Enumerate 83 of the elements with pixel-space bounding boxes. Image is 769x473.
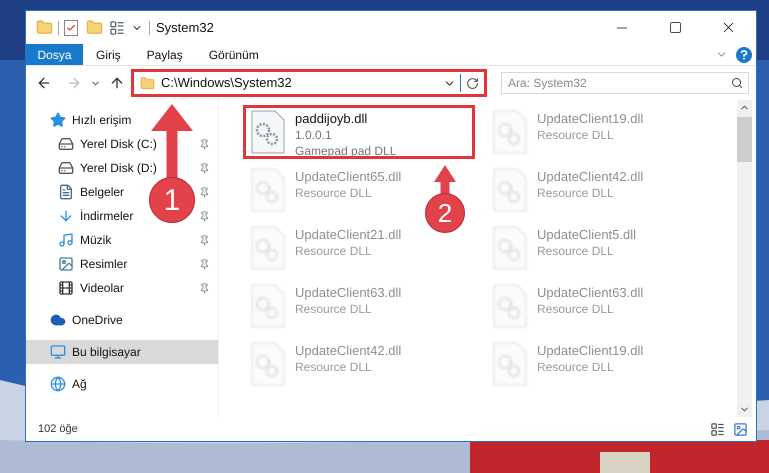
file-detail: 1.0.0.1 (295, 127, 333, 143)
pin-icon[interactable] (199, 186, 210, 198)
annotation-arrow (434, 165, 456, 195)
file-detail: Resource DLL (295, 359, 373, 375)
file-detail: Gamepad pad DLL (295, 143, 396, 159)
file-detail: Resource DLL (537, 243, 615, 259)
sidebar-item[interactable]: Bu bilgisayar (26, 340, 218, 364)
file-name: UpdateClient21.dll (295, 226, 402, 243)
sidebar-item[interactable]: Ağ (26, 372, 87, 396)
star-icon (50, 112, 66, 128)
search-field[interactable]: Ara: System32 (501, 72, 749, 94)
file-name: UpdateClient65.dll (295, 168, 402, 185)
pin-icon[interactable] (199, 210, 210, 222)
music-note-icon (58, 232, 74, 248)
up-icon[interactable] (109, 75, 125, 91)
hard-drive-icon (58, 160, 74, 176)
file-name: UpdateClient63.dll (295, 284, 402, 301)
file-gear-icon (493, 284, 527, 328)
refresh-icon[interactable] (466, 76, 479, 90)
sidebar-item[interactable]: Yerel Disk (C:) (26, 132, 157, 156)
address-path: C:\Windows\System32 (161, 74, 293, 92)
pin-icon[interactable] (199, 282, 210, 294)
file-gear-icon (251, 110, 285, 154)
monitor-icon (50, 344, 66, 360)
file-gear-icon (251, 342, 285, 386)
maximize-icon[interactable] (669, 21, 682, 34)
help-icon[interactable] (736, 46, 752, 62)
sidebar-item[interactable]: Belgeler (26, 180, 124, 204)
file-gear-icon (493, 110, 527, 154)
picture-icon (58, 256, 74, 272)
scrollbar-thumb[interactable] (737, 117, 752, 162)
pin-icon[interactable] (199, 234, 210, 246)
item-count: 102 öğe (38, 422, 78, 437)
sidebar-item[interactable]: Yerel Disk (D:) (26, 156, 157, 180)
document-icon (58, 184, 74, 200)
file-name: UpdateClient19.dll (537, 342, 644, 359)
file-detail: Resource DLL (295, 243, 373, 259)
address-bar[interactable]: C:\Windows\System32 (131, 69, 487, 97)
pin-icon[interactable] (199, 162, 210, 174)
file-detail: Resource DLL (295, 185, 373, 201)
file-detail: Resource DLL (537, 185, 615, 201)
ribbon-tab[interactable]: Paylaş (134, 44, 196, 65)
back-icon[interactable] (36, 75, 52, 91)
file-name: UpdateClient63.dll (537, 284, 644, 301)
folder-icon (140, 76, 155, 90)
view-list-icon[interactable] (109, 20, 125, 36)
scrollbar[interactable] (737, 100, 752, 417)
file-detail: Resource DLL (537, 359, 615, 375)
ribbon-tab[interactable]: Görünüm (196, 44, 272, 65)
file-detail: Resource DLL (537, 301, 615, 317)
file-detail: Resource DLL (537, 127, 615, 143)
file-name: UpdateClient42.dll (295, 342, 402, 359)
window-title: System32 (156, 18, 214, 37)
sidebar-item[interactable]: Resimler (26, 252, 128, 276)
ribbon-tab[interactable]: Dosya (26, 44, 83, 65)
sidebar-item[interactable]: OneDrive (26, 308, 123, 332)
file-name: UpdateClient19.dll (537, 110, 644, 127)
globe-icon (50, 376, 66, 392)
pin-icon[interactable] (199, 258, 210, 270)
file-name: UpdateClient5.dll (537, 226, 636, 243)
sidebar-item[interactable]: İndirmeler (26, 204, 134, 228)
ribbon-tab[interactable]: Giriş (83, 44, 134, 65)
film-icon (58, 280, 74, 296)
sidebar-item[interactable]: Müzik (26, 228, 112, 252)
file-gear-icon (493, 342, 527, 386)
sidebar-item[interactable]: Hızlı erişim (26, 108, 132, 132)
cloud-icon (50, 312, 66, 328)
file-gear-icon (251, 226, 285, 270)
hard-drive-icon (58, 136, 74, 152)
file-detail: Resource DLL (295, 301, 373, 317)
properties-icon[interactable] (64, 20, 78, 36)
details-view-icon[interactable] (710, 422, 725, 436)
pin-icon[interactable] (199, 138, 210, 150)
large-icons-view-icon[interactable] (733, 422, 748, 436)
download-icon (58, 208, 74, 224)
sidebar-item[interactable]: Videolar (26, 276, 124, 300)
file-name: UpdateClient42.dll (537, 168, 644, 185)
file-name: paddijoyb.dll (295, 110, 368, 127)
file-item[interactable]: paddijoyb.dll 1.0.0.1 Gamepad pad DLL (243, 105, 475, 159)
file-gear-icon (493, 168, 527, 212)
file-gear-icon (251, 284, 285, 328)
file-gear-icon (493, 226, 527, 270)
file-gear-icon (251, 168, 285, 212)
